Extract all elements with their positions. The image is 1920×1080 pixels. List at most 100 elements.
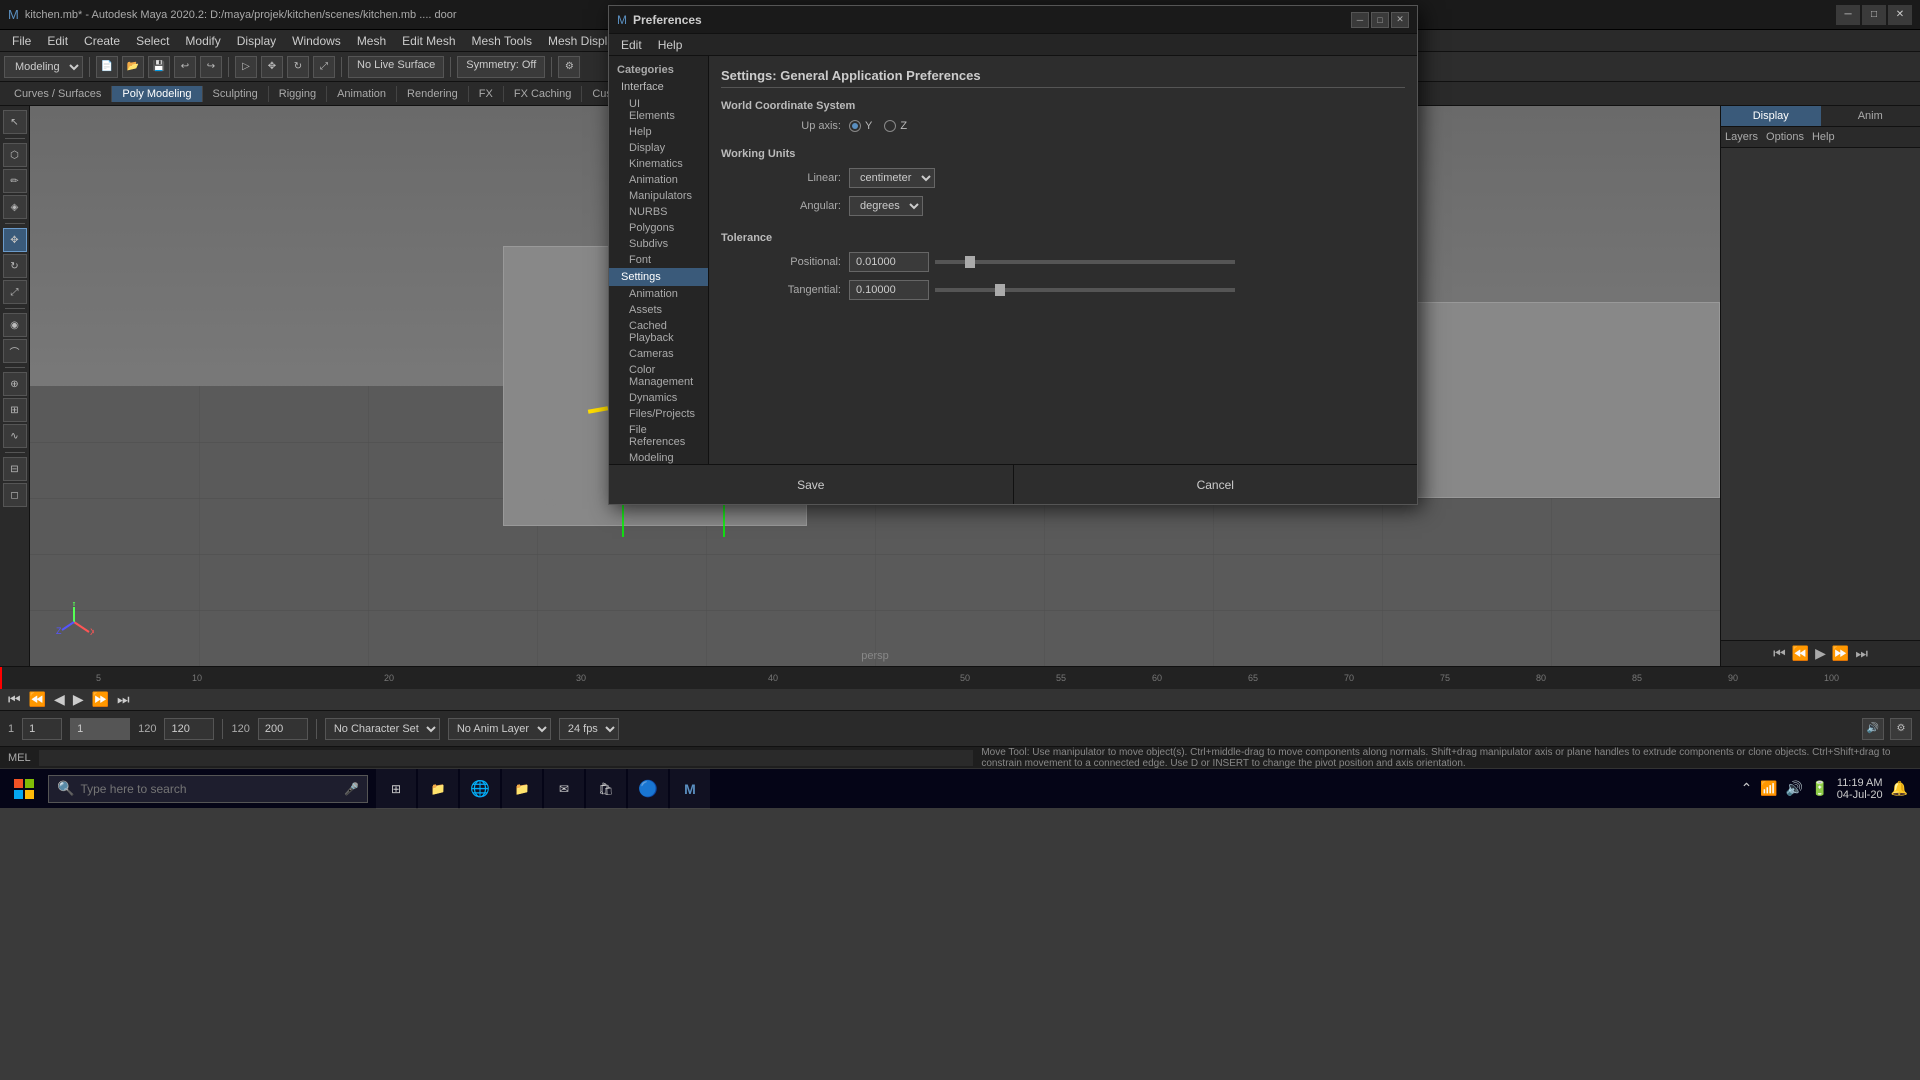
- mic-icon[interactable]: 🎤: [344, 782, 359, 796]
- tool-curve[interactable]: ∿: [3, 424, 27, 448]
- prefs-sub-subdivs[interactable]: Subdivs: [609, 236, 708, 252]
- tool-paint[interactable]: ✏: [3, 169, 27, 193]
- prefs-close[interactable]: ✕: [1391, 12, 1409, 28]
- save-icon[interactable]: 💾: [148, 56, 170, 78]
- prefs-sub-settings-animation[interactable]: Animation: [609, 286, 708, 302]
- tool-bend[interactable]: ⌒: [3, 339, 27, 363]
- close-button[interactable]: ✕: [1888, 5, 1912, 25]
- tool-move[interactable]: ✥: [3, 228, 27, 252]
- positional-input[interactable]: [849, 252, 929, 272]
- taskbar-explorer[interactable]: 📁: [418, 769, 458, 809]
- maximize-button[interactable]: □: [1862, 5, 1886, 25]
- undo-icon[interactable]: ↩: [174, 56, 196, 78]
- menu-edit[interactable]: Edit: [39, 32, 76, 50]
- tool-soft-mod[interactable]: ◉: [3, 313, 27, 337]
- new-file-icon[interactable]: 📄: [96, 56, 118, 78]
- taskbar-maya[interactable]: M: [670, 769, 710, 809]
- prefs-menu-edit[interactable]: Edit: [613, 36, 650, 54]
- play-forward-button[interactable]: ▶: [69, 691, 88, 708]
- prefs-minimize[interactable]: ─: [1351, 12, 1369, 28]
- tab-animation[interactable]: Animation: [327, 86, 397, 102]
- tool-snap[interactable]: ⊕: [3, 372, 27, 396]
- rotate-icon[interactable]: ↻: [287, 56, 309, 78]
- play-end-button[interactable]: ⏭: [113, 691, 134, 708]
- prefs-sub-display[interactable]: Display: [609, 140, 708, 156]
- angular-dropdown[interactable]: degrees radians: [849, 196, 923, 216]
- prefs-sub-file-references[interactable]: File References: [609, 422, 708, 450]
- mode-dropdown[interactable]: Modeling: [4, 56, 83, 78]
- step-forward-button[interactable]: ⏩: [88, 691, 113, 708]
- settings-icon[interactable]: ⚙: [1890, 718, 1912, 740]
- minimize-button[interactable]: ─: [1836, 5, 1860, 25]
- taskbar-chrome[interactable]: 🔵: [628, 769, 668, 809]
- prefs-sub-kinematics[interactable]: Kinematics: [609, 156, 708, 172]
- prefs-sub-color-mgmt[interactable]: Color Management: [609, 362, 708, 390]
- search-bar[interactable]: 🔍 🎤: [48, 775, 368, 803]
- prefs-menu-help[interactable]: Help: [650, 36, 691, 54]
- prefs-sub-polygons[interactable]: Polygons: [609, 220, 708, 236]
- tab-rigging[interactable]: Rigging: [269, 86, 327, 102]
- rp-btn-prev[interactable]: ⏪: [1792, 645, 1809, 662]
- prefs-save-button[interactable]: Save: [609, 465, 1013, 504]
- prefs-sub-ui-elements[interactable]: UI Elements: [609, 96, 708, 124]
- linear-dropdown[interactable]: centimeter meter inch: [849, 168, 935, 188]
- tool-rotate[interactable]: ↻: [3, 254, 27, 278]
- tool-select[interactable]: ↖: [3, 110, 27, 134]
- system-clock[interactable]: 11:19 AM 04-Jul-20: [1837, 777, 1883, 801]
- menu-create[interactable]: Create: [76, 32, 128, 50]
- prefs-cat-interface[interactable]: Interface: [609, 78, 708, 96]
- prefs-cancel-button[interactable]: Cancel: [1014, 465, 1418, 504]
- no-anim-layer-dropdown[interactable]: No Anim Layer: [448, 718, 551, 740]
- playback-end-field[interactable]: [258, 718, 308, 740]
- no-live-surface-button[interactable]: No Live Surface: [348, 56, 444, 78]
- tab-curves-surfaces[interactable]: Curves / Surfaces: [4, 86, 112, 102]
- prefs-sub-cameras[interactable]: Cameras: [609, 346, 708, 362]
- tab-fx[interactable]: FX: [469, 86, 504, 102]
- menu-select[interactable]: Select: [128, 32, 177, 50]
- up-axis-z-option[interactable]: Z: [884, 120, 907, 132]
- no-character-set-dropdown[interactable]: No Character Set: [325, 718, 440, 740]
- range-end-field[interactable]: [164, 718, 214, 740]
- tool-scale[interactable]: ⤢: [3, 280, 27, 304]
- tab-rendering[interactable]: Rendering: [397, 86, 469, 102]
- tab-fx-caching[interactable]: FX Caching: [504, 86, 582, 102]
- render-settings-icon[interactable]: ⚙: [558, 56, 580, 78]
- rp-help[interactable]: Help: [1812, 131, 1835, 143]
- taskbar-task-view[interactable]: ⊞: [376, 769, 416, 809]
- fps-dropdown[interactable]: 24 fps: [559, 718, 619, 740]
- start-button[interactable]: [4, 769, 44, 809]
- tray-volume[interactable]: 🔊: [1786, 780, 1803, 797]
- prefs-sub-animation[interactable]: Animation: [609, 172, 708, 188]
- tray-network[interactable]: 📶: [1760, 780, 1777, 797]
- prefs-sub-dynamics[interactable]: Dynamics: [609, 390, 708, 406]
- tab-poly-modeling[interactable]: Poly Modeling: [112, 86, 202, 102]
- current-frame-field[interactable]: [70, 718, 130, 740]
- audio-icon[interactable]: 🔊: [1862, 718, 1884, 740]
- prefs-maximize[interactable]: □: [1371, 12, 1389, 28]
- menu-modify[interactable]: Modify: [177, 32, 228, 50]
- taskbar-store[interactable]: 🛍: [586, 769, 626, 809]
- rp-btn-first[interactable]: ⏮: [1773, 645, 1786, 662]
- search-input[interactable]: [80, 782, 338, 796]
- tool-lasso[interactable]: ⬡: [3, 143, 27, 167]
- step-back-button[interactable]: ⏪: [25, 691, 50, 708]
- tray-up-arrow[interactable]: ⌃: [1741, 780, 1753, 797]
- move-icon[interactable]: ✥: [261, 56, 283, 78]
- menu-edit-mesh[interactable]: Edit Mesh: [394, 32, 463, 50]
- menu-windows[interactable]: Windows: [284, 32, 349, 50]
- menu-mesh-tools[interactable]: Mesh Tools: [464, 32, 540, 50]
- positional-slider-handle[interactable]: [965, 256, 975, 268]
- prefs-sub-files-projects[interactable]: Files/Projects: [609, 406, 708, 422]
- menu-display[interactable]: Display: [229, 32, 284, 50]
- up-axis-y-option[interactable]: Y: [849, 120, 872, 132]
- tool-layers[interactable]: ⊟: [3, 457, 27, 481]
- up-axis-z-radio[interactable]: [884, 120, 896, 132]
- tangential-input[interactable]: [849, 280, 929, 300]
- prefs-sub-manipulators[interactable]: Manipulators: [609, 188, 708, 204]
- rp-btn-last[interactable]: ⏭: [1855, 645, 1868, 662]
- tool-grid[interactable]: ⊞: [3, 398, 27, 422]
- positional-slider[interactable]: [935, 260, 1235, 264]
- tool-display[interactable]: ◻: [3, 483, 27, 507]
- redo-icon[interactable]: ↪: [200, 56, 222, 78]
- prefs-sub-cached-playback[interactable]: Cached Playback: [609, 318, 708, 346]
